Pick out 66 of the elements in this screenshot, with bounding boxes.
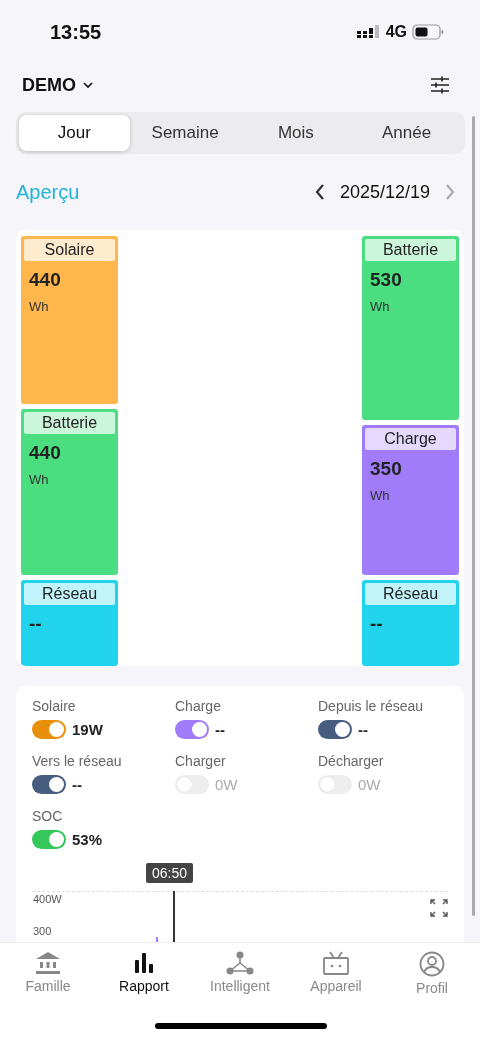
series-label: Charge	[175, 698, 222, 714]
series-toggle[interactable]	[32, 720, 66, 739]
block-label: Batterie	[365, 239, 456, 261]
series-toggle[interactable]	[32, 830, 66, 849]
series-value: 0W	[358, 776, 381, 793]
previous-icon[interactable]	[313, 183, 326, 201]
filter-icon[interactable]	[430, 76, 450, 94]
block-label: Solaire	[24, 239, 115, 261]
network-label: 4G	[385, 23, 407, 41]
signal-icon	[356, 25, 381, 39]
site-selector[interactable]: DEMO	[22, 74, 94, 96]
period-tab[interactable]: Année	[351, 115, 462, 151]
expand-icon[interactable]	[430, 899, 448, 917]
axis-label: 400W	[33, 893, 62, 905]
profile-icon	[419, 951, 445, 977]
block-unit: Wh	[29, 299, 50, 314]
series-value: 0W	[215, 776, 238, 793]
series-toggle[interactable]	[318, 720, 352, 739]
bank-icon	[35, 951, 61, 975]
series-value: --	[72, 776, 82, 793]
series-toggle[interactable]	[32, 775, 66, 794]
series-label: Depuis le réseau	[318, 698, 425, 714]
series-toggle[interactable]	[318, 775, 352, 794]
block-value: --	[29, 613, 43, 636]
series-value: 53%	[72, 831, 103, 848]
block-unit: Wh	[29, 471, 50, 487]
block-value: 440	[29, 269, 62, 291]
block-value: --	[370, 613, 384, 636]
period-tab[interactable]: Semaine	[129, 115, 241, 151]
block-label: Réseau	[24, 583, 115, 606]
nav-item[interactable]: Appareil	[288, 951, 384, 994]
chevron-down-icon	[82, 81, 94, 89]
block-unit: Wh	[370, 487, 391, 503]
block-value: 530	[370, 269, 403, 291]
network-icon	[226, 951, 254, 975]
battery-icon	[412, 24, 444, 40]
series-label: Décharger	[318, 753, 385, 769]
nav-item[interactable]: Rapport	[96, 951, 192, 994]
series-label: Charger	[175, 753, 227, 769]
period-tab[interactable]: Mois	[240, 115, 352, 151]
block-unit: Wh	[370, 299, 391, 314]
series-label: Solaire	[32, 698, 77, 714]
time-tooltip: 06:50	[146, 863, 194, 883]
next-icon[interactable]	[444, 183, 456, 201]
series-value: --	[215, 721, 225, 738]
device-icon	[322, 951, 350, 975]
axis-label: 300	[33, 925, 52, 937]
block-value: 350	[370, 457, 403, 480]
nav-item[interactable]: Famille	[0, 951, 96, 994]
nav-item[interactable]: Profil	[384, 951, 480, 996]
date-label: 2025/12/19	[339, 181, 430, 203]
period-tab[interactable]: Jour	[19, 115, 130, 151]
series-toggle[interactable]	[175, 775, 209, 794]
block-value: 440	[29, 441, 62, 464]
block-label: Charge	[365, 427, 456, 450]
cursor-line	[173, 891, 175, 942]
series-value: --	[358, 721, 368, 738]
block-label: Réseau	[365, 583, 456, 606]
status-time: 13:55	[50, 20, 102, 44]
series-label: Vers le réseau	[32, 753, 123, 769]
series-value: 19W	[72, 721, 103, 738]
series-toggle[interactable]	[175, 720, 209, 739]
nav-item[interactable]: Intelligent	[192, 951, 288, 994]
block-label: Batterie	[24, 411, 115, 434]
section-title: Aperçu	[16, 180, 80, 204]
series-label: SOC	[32, 808, 64, 824]
